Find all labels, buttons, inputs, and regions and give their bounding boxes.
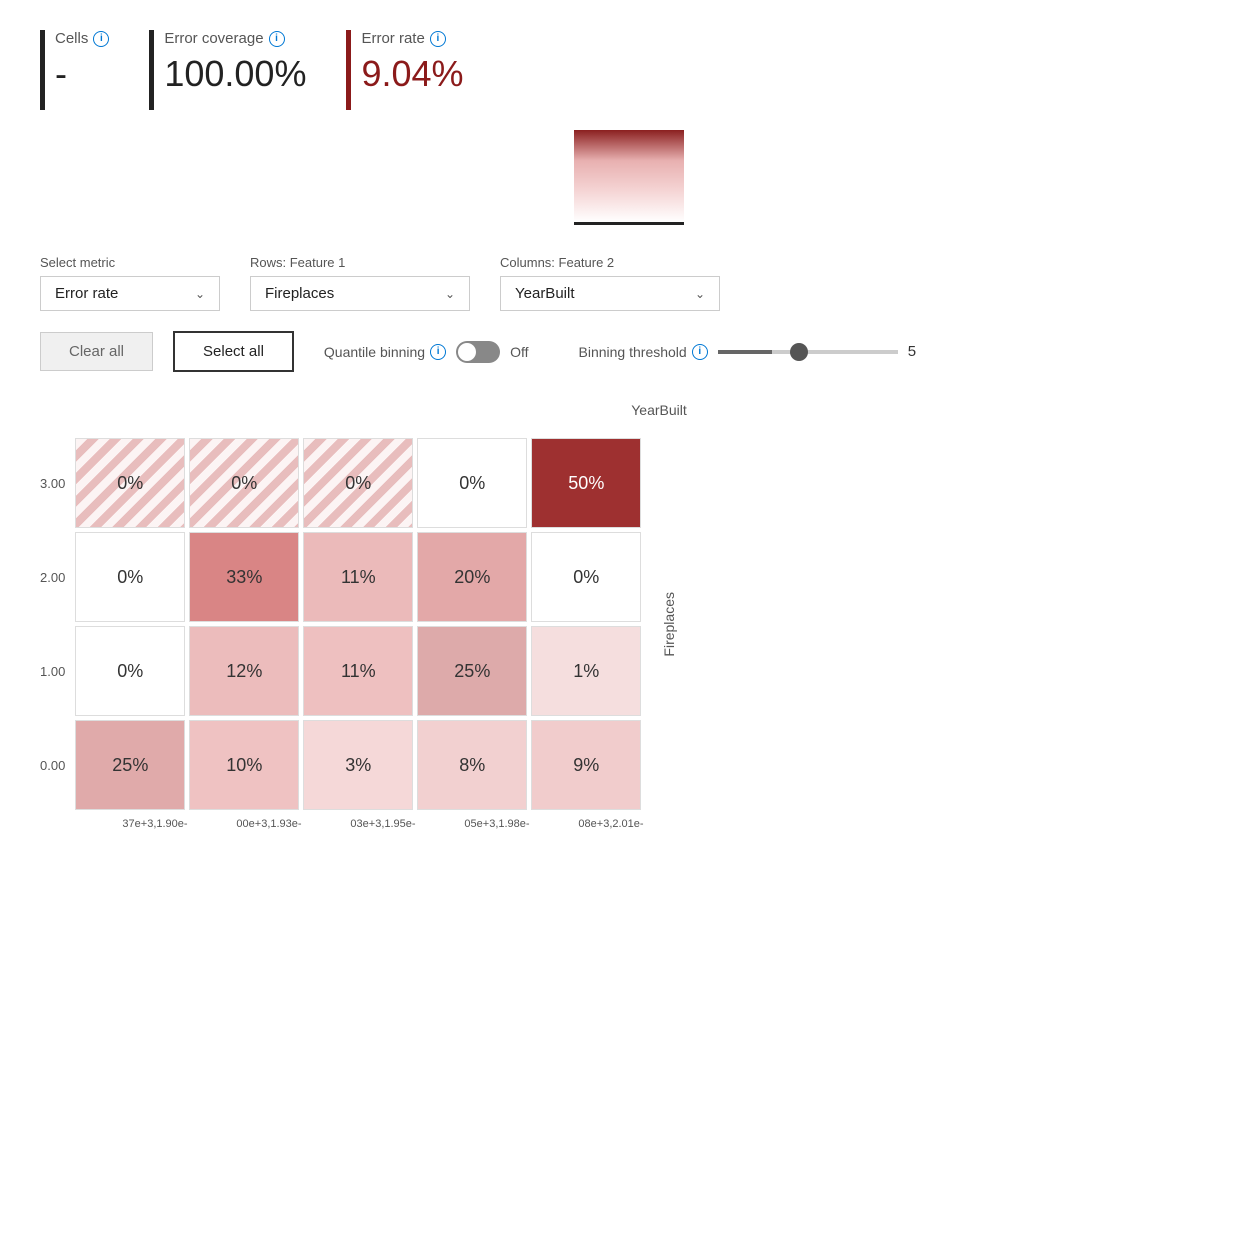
quantile-binning-group: Quantile binning i Off [324,341,529,363]
matrix-row-axis-label: Fireplaces [661,592,677,657]
row-label-2: 2.00 [40,532,65,622]
binning-threshold-group: Binning threshold i 5 [579,343,917,360]
x-label-3: 05e+3,1.98e- [442,818,552,830]
cell-0-3[interactable]: 8% [417,720,527,810]
binning-threshold-label: Binning threshold i [579,344,708,360]
columns-dropdown-group: Columns: Feature 2 YearBuilt ⌄ [500,255,720,311]
quantile-binning-label: Quantile binning i [324,344,446,360]
matrix-wrapper: 3.00 2.00 1.00 0.00 0% 0% 0% 0% 50% 0% 3… [40,438,1218,810]
select-all-button[interactable]: Select all [173,331,294,372]
cells-label-text: Cells [55,30,88,47]
x-label-1: 00e+3,1.93e- [214,818,324,830]
quantile-binning-toggle[interactable] [456,341,500,363]
cells-value: - [55,53,109,95]
cell-3-1[interactable]: 0% [189,438,299,528]
binning-threshold-slider[interactable] [718,350,898,354]
error-rate-label-text: Error rate [361,30,424,47]
metrics-row: Cells i - Error coverage i 100.00% Error… [40,30,1218,110]
metric-dropdown-group: Select metric Error rate ⌄ [40,255,220,311]
matrix-grid: 0% 0% 0% 0% 50% 0% 33% 11% 20% 0% 0% [75,438,641,810]
rows-dropdown-value: Fireplaces [265,285,334,302]
binning-threshold-label-text: Binning threshold [579,344,687,360]
rows-dropdown[interactable]: Fireplaces ⌄ [250,276,470,311]
toggle-track [456,341,500,363]
toggle-state-label: Off [510,344,528,360]
cell-3-4[interactable]: 50% [531,438,641,528]
cell-1-0[interactable]: 0% [75,626,185,716]
error-coverage-value: 100.00% [164,53,306,95]
x-label-0: 37e+3,1.90e- [100,818,210,830]
cells-label: Cells i [55,30,109,47]
cell-3-2[interactable]: 0% [303,438,413,528]
rows-dropdown-group: Rows: Feature 1 Fireplaces ⌄ [250,255,470,311]
toggle-thumb [458,343,476,361]
x-label-2: 03e+3,1.95e- [328,818,438,830]
error-coverage-bar [149,30,154,110]
clear-all-button[interactable]: Clear all [40,332,153,371]
error-rate-metric: Error rate i 9.04% [346,30,463,110]
cell-2-0[interactable]: 0% [75,532,185,622]
cell-0-0[interactable]: 25% [75,720,185,810]
columns-dropdown-label: Columns: Feature 2 [500,255,720,270]
matrix-left: 3.00 2.00 1.00 0.00 0% 0% 0% 0% 50% 0% 3… [40,438,641,810]
row-labels: 3.00 2.00 1.00 0.00 [40,438,75,810]
quantile-binning-label-text: Quantile binning [324,344,425,360]
cell-1-2[interactable]: 11% [303,626,413,716]
error-coverage-metric: Error coverage i 100.00% [149,30,306,110]
cell-2-3[interactable]: 20% [417,532,527,622]
binning-threshold-value: 5 [908,343,916,360]
matrix-row-2: 0% 33% 11% 20% 0% [75,532,641,622]
cell-1-4[interactable]: 1% [531,626,641,716]
x-label-4: 08e+3,2.01e- [556,818,666,830]
metric-chevron-icon: ⌄ [195,287,205,301]
error-rate-label: Error rate i [361,30,463,47]
metric-dropdown-value: Error rate [55,285,118,302]
error-coverage-label-text: Error coverage [164,30,263,47]
binning-threshold-slider-container: 5 [718,343,916,360]
error-coverage-label: Error coverage i [164,30,306,47]
cell-2-2[interactable]: 11% [303,532,413,622]
row-label-0: 0.00 [40,720,65,810]
gradient-square [574,130,684,225]
cell-1-1[interactable]: 12% [189,626,299,716]
rows-dropdown-label: Rows: Feature 1 [250,255,470,270]
columns-dropdown-value: YearBuilt [515,285,575,302]
x-axis-labels: 37e+3,1.90e- 00e+3,1.93e- 03e+3,1.95e- 0… [100,818,1218,830]
cell-3-3[interactable]: 0% [417,438,527,528]
rows-chevron-icon: ⌄ [445,287,455,301]
binning-threshold-info-icon[interactable]: i [692,344,708,360]
cell-2-1[interactable]: 33% [189,532,299,622]
cell-1-3[interactable]: 25% [417,626,527,716]
quantile-binning-info-icon[interactable]: i [430,344,446,360]
matrix-row-1: 0% 12% 11% 25% 1% [75,626,641,716]
cells-info-icon[interactable]: i [93,31,109,47]
error-rate-info-icon[interactable]: i [430,31,446,47]
gradient-legend [40,130,1218,225]
columns-chevron-icon: ⌄ [695,287,705,301]
error-coverage-info-icon[interactable]: i [269,31,285,47]
buttons-row: Clear all Select all Quantile binning i … [40,331,1218,372]
dropdowns-row: Select metric Error rate ⌄ Rows: Feature… [40,255,1218,311]
matrix-col-axis-label: YearBuilt [100,402,1218,418]
error-rate-bar [346,30,351,110]
controls-section: Select metric Error rate ⌄ Rows: Feature… [40,255,1218,372]
row-label-1: 1.00 [40,626,65,716]
matrix-row-0: 25% 10% 3% 8% 9% [75,720,641,810]
columns-dropdown[interactable]: YearBuilt ⌄ [500,276,720,311]
cells-metric: Cells i - [40,30,109,110]
metric-dropdown-label: Select metric [40,255,220,270]
cell-3-0[interactable]: 0% [75,438,185,528]
cell-0-1[interactable]: 10% [189,720,299,810]
cell-0-4[interactable]: 9% [531,720,641,810]
cell-0-2[interactable]: 3% [303,720,413,810]
cells-bar [40,30,45,110]
metric-dropdown[interactable]: Error rate ⌄ [40,276,220,311]
error-rate-value: 9.04% [361,53,463,95]
matrix-section: YearBuilt 3.00 2.00 1.00 0.00 0% 0% 0% 0… [40,402,1218,830]
cell-2-4[interactable]: 0% [531,532,641,622]
row-label-3: 3.00 [40,438,65,528]
matrix-row-3: 0% 0% 0% 0% 50% [75,438,641,528]
